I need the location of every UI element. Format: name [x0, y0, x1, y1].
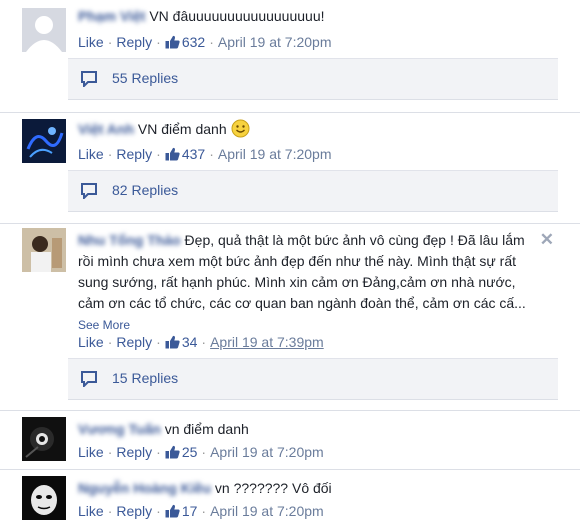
author-name[interactable]: Việt Anh: [78, 121, 134, 137]
replies-count[interactable]: 82 Replies: [112, 182, 178, 198]
avatar[interactable]: [22, 119, 66, 163]
reply-button[interactable]: Reply: [116, 503, 152, 519]
avatar-image: [22, 119, 66, 163]
like-count[interactable]: 17: [182, 503, 198, 519]
like-button[interactable]: Like: [78, 503, 104, 519]
comment-item: Nhu Tổng Thảo Đẹp, quả thật là một bức ả…: [0, 224, 580, 411]
author-name[interactable]: Nhu Tổng Thảo: [78, 232, 181, 248]
see-more-link[interactable]: See More: [78, 318, 130, 332]
comment-body: Việt Anh VN điểm danh: [78, 119, 540, 144]
thumbs-up-icon: [165, 445, 180, 462]
author-name[interactable]: Nguyễn Hoàng Kiều: [78, 480, 211, 496]
comment-body: Nguyễn Hoàng Kiều vn ??????? Vô đối: [78, 478, 540, 499]
close-icon[interactable]: ✕: [540, 230, 554, 250]
thumbs-up-icon: [165, 504, 180, 521]
timestamp[interactable]: April 19 at 7:20pm: [210, 444, 324, 460]
timestamp[interactable]: April 19 at 7:20pm: [218, 146, 332, 162]
avatar-image: [22, 228, 66, 272]
reply-button[interactable]: Reply: [116, 34, 152, 50]
default-avatar-icon: [22, 8, 66, 52]
comment-actions: Like · Reply · 17 · April 19 at 7:20pm: [78, 503, 324, 521]
like-button[interactable]: Like: [78, 146, 104, 162]
comment-body: Vương Tuấn vn điểm danh: [78, 419, 540, 440]
comments-feed: Phạm Việt VN đâuuuuuuuuuuuuuuuuu! Like · R…: [0, 0, 580, 526]
comment-body: Phạm Việt VN đâuuuuuuuuuuuuuuuuu!: [78, 6, 540, 27]
comment-actions: Like · Reply · 437 · April 19 at 7:20pm: [78, 146, 332, 164]
speech-bubble-icon: [80, 71, 98, 90]
thumbs-up-icon: [165, 35, 180, 52]
comment-item: Vương Tuấn vn điểm danh Like · Reply · 25 · Ap…: [0, 411, 580, 470]
like-button[interactable]: Like: [78, 334, 104, 350]
author-name[interactable]: Phạm Việt: [78, 8, 145, 24]
comment-text: vn ??????? Vô đối: [214, 480, 332, 496]
like-count[interactable]: 437: [182, 146, 205, 162]
comment-text: vn điểm danh: [164, 421, 249, 437]
replies-count[interactable]: 55 Replies: [112, 70, 178, 86]
avatar-image: [22, 476, 66, 520]
speech-bubble-icon: [80, 371, 98, 390]
author-name[interactable]: Vương Tuấn: [78, 421, 161, 437]
comment-text: VN điểm danh: [137, 121, 227, 137]
view-replies-button[interactable]: 82 Replies: [68, 170, 558, 212]
comment-item: Nguyễn Hoàng Kiều vn ??????? Vô đối Like…: [0, 470, 580, 526]
comment-actions: Like · Reply · 34 · April 19 at 7:39pm: [78, 334, 324, 352]
speech-bubble-icon: [80, 183, 98, 202]
like-count[interactable]: 34: [182, 334, 198, 350]
like-button[interactable]: Like: [78, 444, 104, 460]
timestamp[interactable]: April 19 at 7:39pm: [210, 334, 324, 350]
timestamp[interactable]: April 19 at 7:20pm: [210, 503, 324, 519]
reply-button[interactable]: Reply: [116, 444, 152, 460]
reply-button[interactable]: Reply: [116, 146, 152, 162]
thumbs-up-icon: [165, 335, 180, 352]
view-replies-button[interactable]: 15 Replies: [68, 358, 558, 400]
like-count[interactable]: 25: [182, 444, 198, 460]
comment-item: Việt Anh VN điểm danh Like · Reply · 437 · Apr…: [0, 113, 580, 224]
comment-body: Nhu Tổng Thảo Đẹp, quả thật là một bức ả…: [78, 230, 534, 336]
avatar[interactable]: [22, 476, 66, 520]
comment-actions: Like · Reply · 632 · April 19 at 7:20pm: [78, 34, 332, 52]
reply-button[interactable]: Reply: [116, 334, 152, 350]
avatar[interactable]: [22, 8, 66, 52]
replies-count[interactable]: 15 Replies: [112, 370, 178, 386]
comment-text: VN đâuuuuuuuuuuuuuuuuu!: [149, 8, 325, 24]
thumbs-up-icon: [165, 147, 180, 164]
like-count[interactable]: 632: [182, 34, 205, 50]
like-button[interactable]: Like: [78, 34, 104, 50]
comment-item: Phạm Việt VN đâuuuuuuuuuuuuuuuuu! Like · R…: [0, 0, 580, 113]
avatar-image: [22, 417, 66, 461]
timestamp[interactable]: April 19 at 7:20pm: [218, 34, 332, 50]
comment-actions: Like · Reply · 25 · April 19 at 7:20pm: [78, 444, 324, 462]
view-replies-button[interactable]: 55 Replies: [68, 58, 558, 100]
avatar[interactable]: [22, 228, 66, 272]
avatar[interactable]: [22, 417, 66, 461]
smiley-icon: [231, 119, 250, 144]
